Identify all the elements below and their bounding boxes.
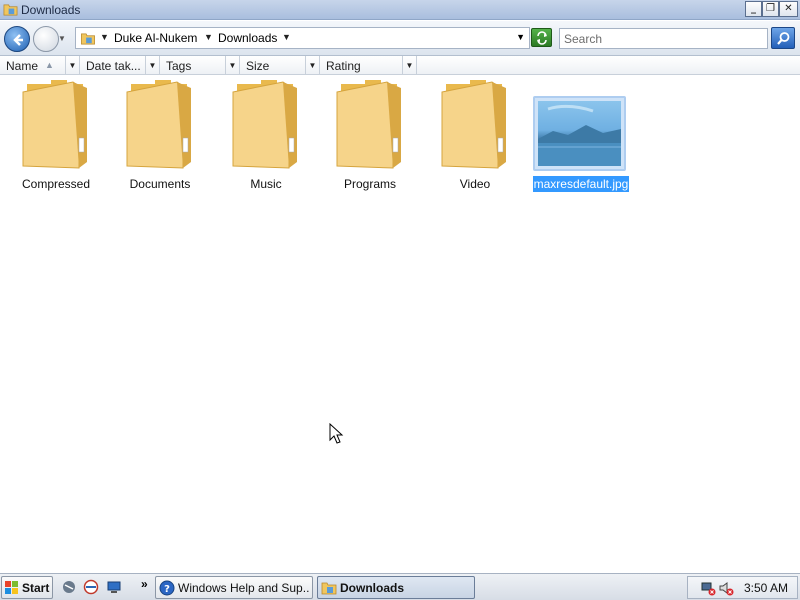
landscape-image-icon (538, 104, 621, 166)
item-label: Compressed (21, 177, 91, 191)
column-date-taken[interactable]: Date tak... ▼ (80, 56, 160, 75)
chevron-down-icon[interactable]: ▼ (225, 56, 239, 75)
help-icon: ? (159, 580, 175, 596)
folder-item-music[interactable]: Music (216, 76, 316, 196)
svg-text:?: ? (164, 584, 170, 595)
item-label-selected: maxresdefault.jpg (533, 176, 629, 192)
folder-item-compressed[interactable]: Compressed (6, 76, 106, 196)
folder-icon (126, 80, 191, 169)
navigation-toolbar: ▼ ▼ Duke Al-Nukem ▼ Downloads ▼ ▼ (0, 21, 800, 56)
file-list[interactable]: Compressed Documents Music Programs Vide… (0, 76, 800, 572)
taskbar: Start » ? Windows Help and Sup... Downlo… (0, 573, 800, 600)
folder-icon (232, 80, 297, 169)
search-icon (777, 32, 790, 45)
file-item-maxresdefault[interactable]: maxresdefault.jpg (525, 76, 635, 196)
quick-launch-app-icon[interactable] (61, 579, 77, 595)
forward-button[interactable] (33, 26, 59, 52)
quick-launch-browser-icon[interactable] (83, 579, 99, 595)
column-tags[interactable]: Tags ▼ (160, 56, 240, 75)
item-label: Video (459, 177, 491, 191)
task-button-downloads[interactable]: Downloads (317, 576, 475, 599)
back-button[interactable] (4, 26, 30, 52)
quick-launch-desktop-icon[interactable] (106, 579, 122, 595)
image-thumbnail (533, 96, 626, 171)
sort-ascending-icon: ▲ (45, 60, 54, 70)
search-input[interactable] (564, 32, 763, 46)
address-dropdown-icon[interactable]: ▼ (516, 32, 525, 42)
folder-icon (81, 33, 95, 45)
system-tray: 3:50 AM (687, 576, 798, 599)
quick-launch-more-button[interactable]: » (141, 577, 148, 591)
history-dropdown-icon[interactable]: ▼ (58, 34, 67, 43)
breadcrumb[interactable]: ▼ Duke Al-Nukem ▼ Downloads ▼ ▼ (75, 27, 530, 49)
breadcrumb-item-downloads[interactable]: Downloads (218, 31, 277, 45)
mouse-cursor-icon (329, 423, 344, 444)
window-title: Downloads (21, 3, 81, 17)
column-rating[interactable]: Rating ▼ (320, 56, 417, 75)
minimize-button[interactable]: _ (745, 1, 762, 17)
clock[interactable]: 3:50 AM (744, 581, 788, 595)
chevron-down-icon[interactable]: ▼ (65, 56, 79, 75)
search-field[interactable] (559, 28, 768, 49)
folder-item-video[interactable]: Video (425, 76, 525, 196)
chevron-down-icon[interactable]: ▼ (402, 56, 416, 75)
folder-item-documents[interactable]: Documents (110, 76, 210, 196)
chevron-down-icon[interactable]: ▼ (145, 56, 159, 75)
item-label: Music (250, 177, 282, 191)
column-size[interactable]: Size ▼ (240, 56, 320, 75)
folder-icon (321, 582, 337, 595)
title-bar[interactable]: Downloads _ ❐ ✕ (0, 0, 800, 20)
back-arrow-icon (13, 34, 23, 46)
chevron-down-icon[interactable]: ▼ (305, 56, 319, 75)
start-button[interactable]: Start (1, 576, 53, 599)
item-label: Documents (129, 177, 191, 191)
folder-icon (336, 80, 401, 169)
volume-muted-icon[interactable] (718, 580, 734, 596)
item-label: Programs (343, 177, 396, 191)
windows-logo-icon (5, 581, 18, 594)
column-name[interactable]: Name ▲ ▼ (0, 56, 80, 75)
chevron-down-icon[interactable]: ▼ (100, 32, 109, 42)
folder-item-programs[interactable]: Programs (320, 76, 420, 196)
restore-button[interactable]: ❐ (762, 1, 779, 17)
chevron-down-icon[interactable]: ▼ (204, 32, 213, 42)
network-disconnected-icon[interactable] (700, 580, 716, 596)
refresh-button[interactable] (531, 28, 552, 47)
close-button[interactable]: ✕ (779, 1, 798, 17)
column-header-bar: Name ▲ ▼ Date tak... ▼ Tags ▼ Size ▼ Rat… (0, 56, 800, 75)
breadcrumb-item-user[interactable]: Duke Al-Nukem (114, 31, 197, 45)
folder-icon (22, 80, 87, 169)
folder-icon (3, 4, 18, 16)
chevron-down-icon[interactable]: ▼ (282, 32, 291, 42)
folder-icon (441, 80, 506, 169)
search-button[interactable] (771, 27, 795, 49)
task-button-help[interactable]: ? Windows Help and Sup... (155, 576, 313, 599)
refresh-icon (537, 31, 547, 45)
